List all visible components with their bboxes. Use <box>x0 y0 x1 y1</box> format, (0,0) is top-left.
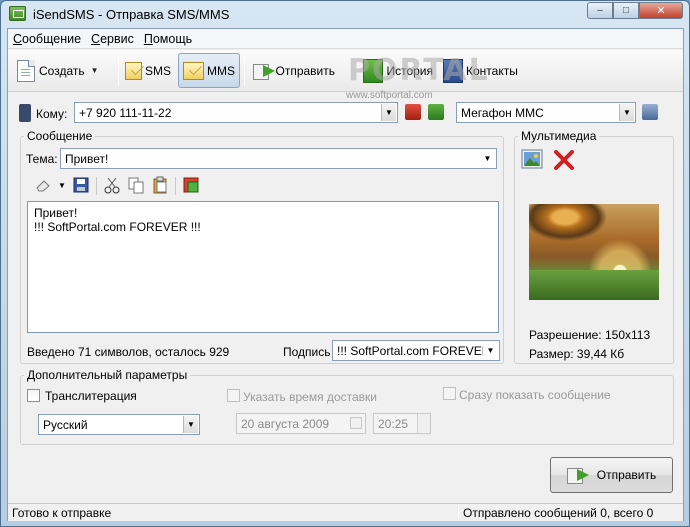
char-counter: Введено 71 символов, осталось 929 <box>27 345 230 359</box>
delivery-time-checkbox[interactable] <box>227 389 240 402</box>
message-group-title: Сообщение <box>24 129 96 143</box>
title-bar[interactable]: iSendSMS - Отправка SMS/MMS – □ ✕ <box>1 1 689 27</box>
maximize-button[interactable]: □ <box>613 2 639 19</box>
message-body-line: !!! SoftPortal.com FOREVER !!! <box>34 220 201 234</box>
client-area: Сообщение Сервис Помощь Создать ▼ SMS MM… <box>7 28 684 521</box>
chevron-down-icon[interactable]: ▼ <box>619 104 634 121</box>
editor-toolbar: ▼ <box>34 176 206 196</box>
multimedia-group-title: Мультимедиа <box>518 129 600 143</box>
minimize-icon: – <box>597 5 603 16</box>
toolbar-send-button[interactable]: Отправить <box>248 53 340 88</box>
toolbar-separator <box>175 177 176 195</box>
flash-message-label: Сразу показать сообщение <box>459 388 611 402</box>
operator-combo[interactable]: Мегафон ММС ▼ <box>456 102 636 123</box>
save-icon[interactable] <box>72 176 92 196</box>
menu-help[interactable]: Помощь <box>139 29 197 48</box>
close-icon: ✕ <box>656 5 666 17</box>
mms-label: MMS <box>207 63 235 78</box>
add-image-icon[interactable] <box>521 149 545 171</box>
calendar-icon[interactable] <box>350 417 362 429</box>
toolbar-separator <box>96 177 97 195</box>
maximize-icon: □ <box>622 5 630 16</box>
phone-icon <box>19 104 31 122</box>
subject-combo[interactable]: Привет! ▼ <box>60 148 497 169</box>
app-logo-icon <box>9 6 26 21</box>
contact-pick-icon[interactable] <box>405 104 421 120</box>
recipient-value: +7 920 111-11-22 <box>79 106 172 120</box>
chevron-down-icon[interactable]: ▼ <box>381 104 396 121</box>
menu-message[interactable]: Сообщение <box>8 29 86 48</box>
toolbar-separator <box>244 57 245 85</box>
app-window: iSendSMS - Отправка SMS/MMS – □ ✕ Сообще… <box>0 0 690 527</box>
toolbar-separator <box>118 57 119 85</box>
menu-bar: Сообщение Сервис Помощь <box>8 29 683 49</box>
watermark-url: www.softportal.com <box>346 90 433 101</box>
status-bar: Готово к отправке Отправлено сообщений 0… <box>8 503 683 521</box>
envelope-icon <box>125 61 142 80</box>
window-title: iSendSMS - Отправка SMS/MMS <box>33 7 230 22</box>
signature-value: !!! SoftPortal.com FOREVER ! <box>337 344 498 358</box>
delivery-time-value: 20:25 <box>378 417 409 431</box>
transliteration-checkbox[interactable] <box>27 389 40 402</box>
status-separator <box>458 505 459 520</box>
sms-button[interactable]: SMS <box>120 53 176 88</box>
chevron-down-icon[interactable]: ▼ <box>480 150 495 167</box>
time-spinner[interactable] <box>417 414 430 433</box>
close-button[interactable]: ✕ <box>639 2 683 19</box>
chevron-down-icon[interactable]: ▼ <box>483 342 498 359</box>
eraser-icon[interactable] <box>34 176 54 196</box>
operator-settings-icon[interactable] <box>642 104 658 120</box>
chevron-down-icon[interactable]: ▼ <box>91 66 99 75</box>
message-body-line: Привет! <box>34 206 78 220</box>
insert-template-icon[interactable] <box>182 176 202 196</box>
message-body-textarea[interactable]: Привет! !!! SoftPortal.com FOREVER !!! <box>27 201 499 333</box>
to-label: Кому: <box>36 107 68 121</box>
send-button[interactable]: Отправить <box>550 457 673 493</box>
operator-value: Мегафон ММС <box>461 106 544 120</box>
signature-combo[interactable]: !!! SoftPortal.com FOREVER ! ▼ <box>332 340 500 361</box>
window-controls: – □ ✕ <box>587 2 683 19</box>
mms-button[interactable]: MMS <box>178 53 240 88</box>
status-sent-count: Отправлено сообщений 0, всего 0 <box>463 506 654 520</box>
copy-icon[interactable] <box>127 176 147 196</box>
send-button-label: Отправить <box>596 468 657 482</box>
delete-image-icon[interactable] <box>553 149 575 171</box>
extra-options-group-title: Дополнительный параметры <box>24 368 191 382</box>
subject-value: Привет! <box>65 152 109 166</box>
chevron-down-icon[interactable]: ▼ <box>58 176 68 196</box>
paste-icon[interactable] <box>151 176 171 196</box>
status-text: Готово к отправке <box>12 506 112 520</box>
delivery-date-picker[interactable]: 20 августа 2009 <box>236 413 366 434</box>
chevron-down-icon[interactable]: ▼ <box>183 416 198 433</box>
image-resolution: Разрешение: 150x113 <box>529 328 651 342</box>
envelope-image-icon <box>183 61 204 80</box>
delivery-date-value: 20 августа 2009 <box>241 417 330 431</box>
flash-message-checkbox[interactable] <box>443 387 456 400</box>
menu-service[interactable]: Сервис <box>86 29 139 48</box>
language-select[interactable]: Русский ▼ <box>38 414 200 435</box>
sms-label: SMS <box>144 63 171 78</box>
create-label: Создать <box>39 63 85 78</box>
transliteration-label: Транслитерация <box>45 389 137 403</box>
main-toolbar: Создать ▼ SMS MMS Отправить История Конт… <box>8 50 683 92</box>
mms-image-preview <box>529 204 659 300</box>
minimize-button[interactable]: – <box>587 2 613 19</box>
language-value: Русский <box>43 418 88 432</box>
image-size: Размер: 39,44 Кб <box>529 347 625 361</box>
add-contact-icon[interactable] <box>428 104 444 120</box>
send-arrow-icon <box>253 62 276 80</box>
recipient-combo[interactable]: +7 920 111-11-22 ▼ <box>74 102 398 123</box>
toolbar-send-label: Отправить <box>275 63 335 78</box>
delivery-time-label: Указать время доставки <box>243 390 377 404</box>
subject-label: Тема: <box>26 152 58 166</box>
new-document-icon <box>17 59 35 82</box>
delivery-time-picker[interactable]: 20:25 <box>373 413 431 434</box>
watermark-logo: PORTAL <box>348 53 490 88</box>
signature-label: Подпись <box>283 345 331 359</box>
create-button[interactable]: Создать ▼ <box>12 53 116 88</box>
send-arrow-icon <box>566 466 593 484</box>
cut-icon[interactable] <box>103 176 123 196</box>
